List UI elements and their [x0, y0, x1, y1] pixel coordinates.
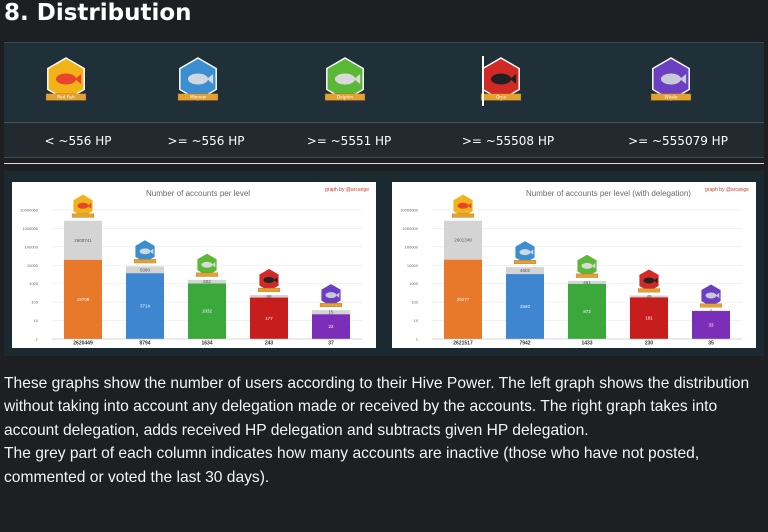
chart-minnow-badge-icon	[133, 239, 157, 264]
description-paragraph-2: The grey part of each column indicates h…	[4, 445, 700, 486]
bar-active-label: 1032	[202, 309, 213, 314]
chart-dolphin-badge-icon	[575, 253, 599, 278]
level-red-fish-threshold: < ~556 HP	[44, 134, 112, 148]
bar-inactive-label: 4602	[520, 268, 531, 273]
y-tick-label: 10000	[407, 263, 419, 268]
y-tick-label: 100000	[405, 244, 419, 249]
description: These graphs show the number of users ac…	[4, 372, 764, 489]
level-whale-icon: Whale	[649, 57, 693, 107]
bar-inactive-label: 602	[203, 279, 211, 284]
level-red-fish-icon: Red Fish	[44, 57, 88, 107]
level-whale-threshold: >= ~555079 HP	[628, 134, 728, 148]
level-orca-badge-icon: Orca	[480, 57, 522, 101]
bar-active-label: 19708	[77, 297, 90, 302]
chart-credit: graph by @arcange	[705, 187, 749, 193]
y-tick-label: 10000000	[20, 208, 39, 213]
chart-minnow-badge-icon	[513, 240, 537, 265]
level-dolphin-badge-icon: Dolphin	[324, 57, 366, 101]
bar-active-label: 177	[265, 316, 273, 321]
description-paragraph-1: These graphs show the number of users ac…	[4, 375, 750, 439]
bar-total-label: 1433	[581, 341, 592, 347]
y-tick-label: 100	[411, 300, 418, 305]
bar-inactive-label: 2600741	[74, 238, 92, 243]
bar-inactive-label: 49	[646, 294, 652, 299]
level-table: Red Fish Minnow Dolphin Orca Whale < ~556 HP…	[4, 42, 764, 158]
level-dolphin-icon: Dolphin	[323, 57, 367, 107]
chart-whale-badge-icon	[319, 283, 343, 308]
level-red-fish-badge-icon: Red Fish	[45, 57, 87, 101]
bar-total-label: 1634	[201, 341, 212, 347]
level-dolphin-badge-label: Dolphin	[337, 95, 353, 100]
y-tick-label: 1000	[409, 281, 419, 286]
bar-active-label: 181	[645, 316, 653, 321]
level-minnow-badge-label: Minnow	[190, 95, 207, 100]
bar-active-label: 972	[583, 309, 591, 314]
chart-title: Number of accounts per level (with deleg…	[526, 189, 691, 198]
chart-red-fish-badge-icon	[451, 193, 475, 218]
level-dolphin-threshold: >= ~5551 HP	[306, 134, 392, 148]
bar-active-label: 20177	[457, 297, 470, 302]
level-minnow-icon: Minnow	[176, 57, 220, 107]
level-orca-badge-label: Orca	[496, 95, 506, 100]
y-tick-label: 10000	[27, 263, 39, 268]
y-tick-label: 10	[414, 318, 419, 323]
bar-total-label: 7942	[519, 341, 530, 347]
level-minnow-badge-icon: Minnow	[177, 57, 219, 101]
bar-total-label: 2620449	[73, 341, 93, 347]
orca-divider-line	[482, 56, 484, 106]
bar-inactive-label: 15	[328, 310, 334, 315]
level-whale-badge-icon: Whale	[650, 57, 692, 101]
level-red-fish-badge-label: Red Fish	[57, 95, 75, 100]
bar-inactive-label: 461	[583, 280, 591, 285]
level-icons-row: Red Fish Minnow Dolphin Orca Whale	[4, 43, 764, 122]
chart-accounts-per-level-delegation: Number of accounts per level (with deleg…	[392, 182, 756, 348]
y-tick-label: 10	[34, 318, 39, 323]
bar-active-label: 3340	[520, 304, 531, 309]
bar-total-label: 230	[645, 341, 654, 347]
bar-total-label: 243	[265, 341, 274, 347]
chart-dolphin-badge-icon	[195, 252, 219, 277]
level-orca-icon: Orca	[479, 57, 523, 107]
chart-credit: graph by @arcange	[325, 187, 369, 193]
y-tick-label: 1000	[29, 281, 39, 286]
bar-inactive-label: 2601340	[454, 238, 472, 243]
y-tick-label: 1000000	[402, 226, 418, 231]
bar-active-label: 22	[328, 324, 334, 329]
bar-active-label: 3714	[140, 304, 151, 309]
bar-total-label: 2621517	[453, 341, 473, 347]
y-tick-label: 100000	[25, 244, 39, 249]
bar-inactive-label: 66	[266, 294, 272, 299]
section-heading: 8. Distribution	[4, 0, 192, 26]
table-separator	[4, 122, 764, 123]
chart-orca-badge-icon	[637, 268, 661, 293]
level-whale-badge-label: Whale	[664, 95, 678, 100]
chart-title: Number of accounts per level	[146, 189, 250, 198]
y-tick-label: 1000000	[22, 226, 38, 231]
chart-svg-left: Number of accounts per level graph by @ar…	[20, 187, 369, 347]
level-orca-threshold: >= ~55508 HP	[461, 134, 555, 148]
y-tick-label: 10000000	[400, 208, 419, 213]
chart-accounts-per-level: Number of accounts per level graph by @ar…	[12, 182, 376, 348]
bar-active-label: 33	[708, 323, 714, 328]
horizontal-rule	[4, 163, 764, 164]
chart-red-fish-badge-icon	[71, 193, 95, 218]
chart-orca-badge-icon	[257, 268, 281, 292]
y-tick-label: 1	[416, 337, 419, 342]
bar-total-label: 35	[708, 341, 714, 347]
y-tick-label: 1	[36, 337, 39, 342]
level-minnow-threshold: >= ~556 HP	[167, 134, 245, 148]
y-tick-label: 100	[31, 300, 38, 305]
bar-total-label: 37	[328, 341, 334, 347]
bar-inactive-label: 5080	[140, 267, 151, 272]
bar-total-label: 8794	[139, 341, 150, 347]
chart-whale-badge-icon	[699, 283, 723, 308]
chart-svg-right: Number of accounts per level (with deleg…	[400, 187, 749, 347]
